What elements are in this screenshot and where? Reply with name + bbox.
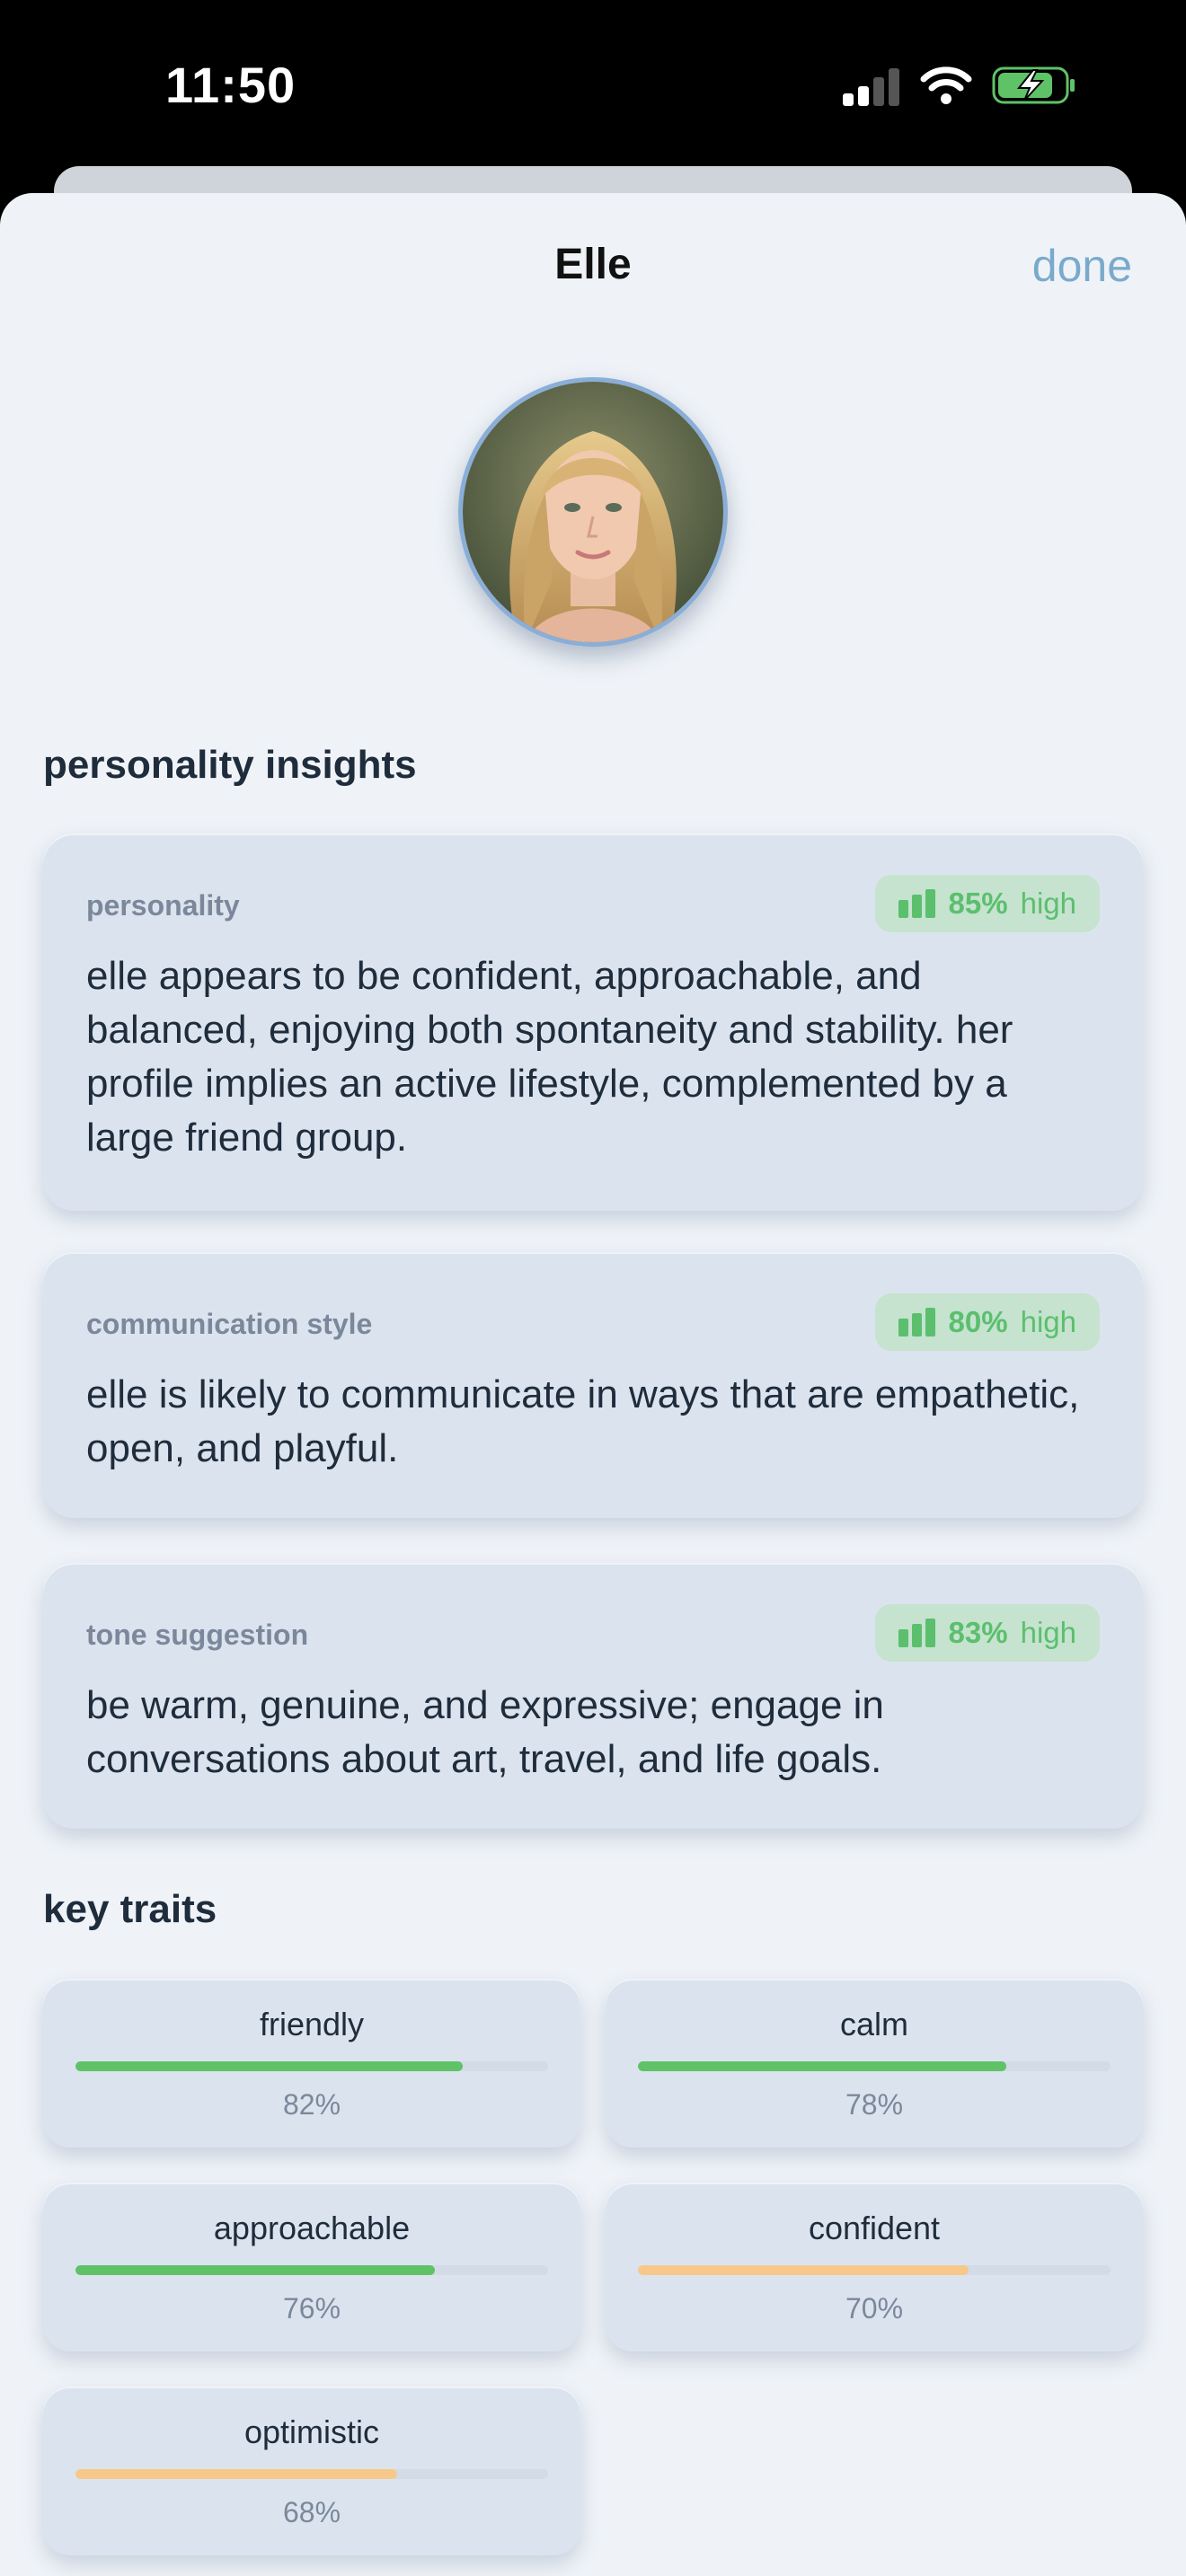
confidence-badge: 85% high bbox=[874, 875, 1100, 932]
profile-sheet: Elle done personality insights personali… bbox=[0, 193, 1186, 2576]
trait-value: 68% bbox=[282, 2496, 341, 2528]
trait-name: approachable bbox=[213, 2210, 411, 2246]
trait-value: 78% bbox=[845, 2088, 904, 2121]
trait-progress-fill bbox=[638, 2265, 969, 2275]
insight-card-personality: personality 85% high elle appears to be … bbox=[43, 834, 1143, 1211]
card-text: be warm, genuine, and expressive; engage… bbox=[86, 1683, 884, 1781]
trait-progress-fill bbox=[75, 2469, 397, 2479]
badge-level: high bbox=[1020, 1616, 1076, 1649]
insight-card-tone-suggestion: tone suggestion 83% high be warm, genuin… bbox=[43, 1563, 1143, 1829]
bar-chart-icon bbox=[898, 1619, 935, 1647]
nav-title: Elle bbox=[554, 241, 632, 288]
confidence-badge: 80% high bbox=[874, 1293, 1100, 1351]
badge-level: high bbox=[1020, 1305, 1076, 1338]
status-icons bbox=[843, 65, 1076, 106]
trait-name: optimistic bbox=[243, 2413, 380, 2450]
trait-progress-track bbox=[638, 2061, 1111, 2071]
trait-progress-track bbox=[75, 2061, 548, 2071]
trait-card-confident: confident 70% bbox=[606, 2183, 1143, 2351]
avatar-portrait bbox=[463, 382, 723, 642]
trait-progress-fill bbox=[638, 2061, 1007, 2071]
badge-level: high bbox=[1020, 887, 1076, 920]
insight-card-communication-style: communication style 80% high elle is lik… bbox=[43, 1252, 1143, 1518]
trait-name: calm bbox=[839, 2006, 908, 2042]
wifi-icon bbox=[920, 66, 972, 104]
badge-percent: 85% bbox=[948, 887, 1008, 920]
card-text: elle appears to be confident, approachab… bbox=[86, 954, 1013, 1160]
battery-charging-icon bbox=[992, 66, 1075, 104]
trait-progress-fill bbox=[75, 2061, 464, 2071]
trait-progress-track bbox=[75, 2265, 548, 2275]
trait-card-friendly: friendly 82% bbox=[43, 1979, 580, 2148]
trait-value: 82% bbox=[282, 2088, 341, 2121]
section-title-personality-insights: personality insights bbox=[43, 743, 417, 787]
trait-name: confident bbox=[808, 2210, 941, 2246]
status-time: 11:50 bbox=[165, 57, 296, 113]
cellular-signal-icon bbox=[843, 65, 900, 106]
avatar bbox=[458, 377, 728, 647]
trait-name: friendly bbox=[259, 2006, 365, 2042]
status-bar: 11:50 bbox=[0, 0, 1186, 171]
trait-card-calm: calm 78% bbox=[606, 1979, 1143, 2148]
trait-value: 70% bbox=[845, 2292, 904, 2325]
trait-progress-track bbox=[638, 2265, 1111, 2275]
done-button[interactable]: done bbox=[1032, 240, 1132, 292]
trait-card-approachable: approachable 76% bbox=[43, 2183, 580, 2351]
confidence-badge: 83% high bbox=[874, 1604, 1100, 1662]
trait-value: 76% bbox=[282, 2292, 341, 2325]
badge-percent: 83% bbox=[948, 1616, 1008, 1649]
trait-progress-track bbox=[75, 2469, 548, 2479]
section-title-key-traits: key traits bbox=[43, 1887, 217, 1931]
badge-percent: 80% bbox=[948, 1305, 1008, 1338]
trait-card-optimistic: optimistic 68% bbox=[43, 2386, 580, 2555]
bar-chart-icon bbox=[898, 1308, 935, 1337]
card-text: elle is likely to communicate in ways th… bbox=[86, 1372, 1080, 1470]
bar-chart-icon bbox=[898, 889, 935, 918]
trait-progress-fill bbox=[75, 2265, 435, 2275]
